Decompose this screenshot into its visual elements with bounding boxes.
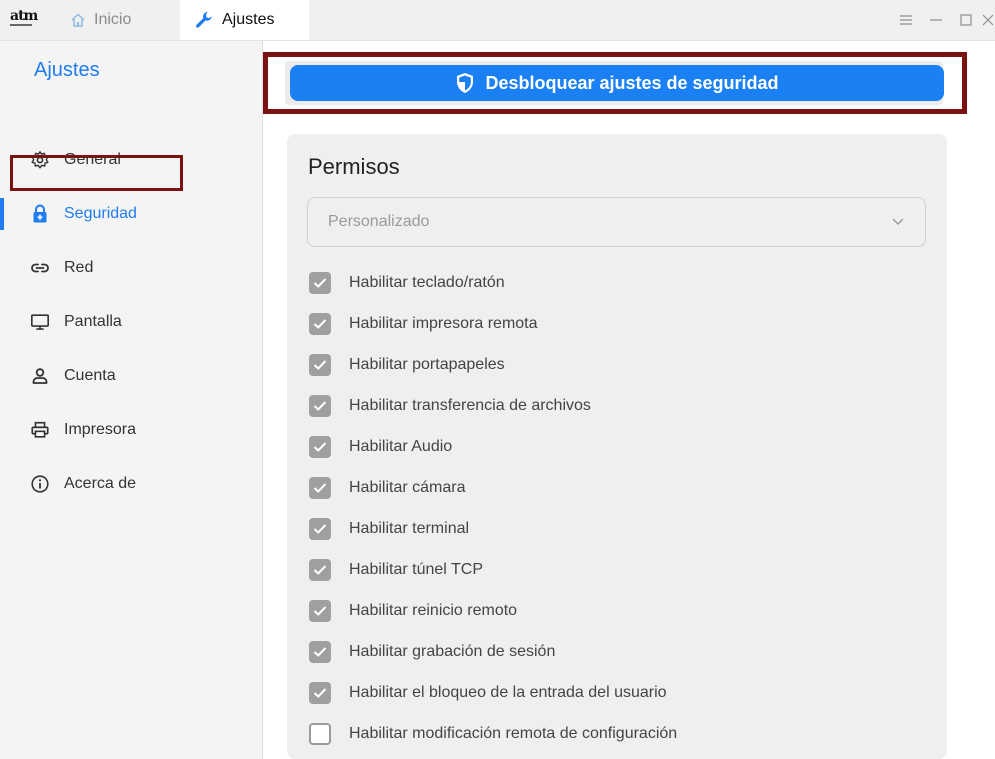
- checkbox-checked[interactable]: [309, 313, 331, 335]
- sidebar-item-label: Acerca de: [64, 475, 137, 492]
- permission-item[interactable]: Habilitar transferencia de archivos: [309, 393, 591, 419]
- sidebar-item-acerca-de[interactable]: Acerca de: [8, 465, 262, 503]
- sidebar: Ajustes General Seguridad Red Pantalla C…: [0, 41, 263, 759]
- permissions-preset-select[interactable]: Personalizado: [307, 197, 926, 247]
- sidebar-item-label: Red: [64, 259, 94, 276]
- permission-item[interactable]: Habilitar túnel TCP: [309, 557, 483, 583]
- permission-item[interactable]: Habilitar terminal: [309, 516, 469, 542]
- checkbox-checked[interactable]: [309, 641, 331, 663]
- permission-label: Habilitar terminal: [349, 520, 470, 537]
- maximize-icon[interactable]: [951, 0, 981, 40]
- monitor-icon: [30, 312, 50, 332]
- logo-text: atm: [10, 8, 38, 24]
- app-logo: atm: [10, 8, 38, 31]
- permission-item[interactable]: Habilitar impresora remota: [309, 311, 538, 337]
- checkbox-unchecked[interactable]: [309, 723, 331, 745]
- permission-item[interactable]: Habilitar grabación de sesión: [309, 639, 555, 665]
- annotation-highlight-box: [10, 155, 183, 191]
- permission-item[interactable]: Habilitar teclado/ratón: [309, 270, 505, 296]
- checkbox-checked[interactable]: [309, 395, 331, 417]
- permission-label: Habilitar el bloqueo de la entrada del u…: [349, 684, 667, 701]
- permission-label: Habilitar impresora remota: [349, 315, 538, 332]
- preset-value: Personalizado: [328, 213, 430, 230]
- close-icon[interactable]: [981, 0, 995, 40]
- annotation-highlight-frame: [263, 52, 967, 114]
- checkbox-checked[interactable]: [309, 354, 331, 376]
- permission-label: Habilitar cámara: [349, 479, 466, 496]
- checkbox-checked[interactable]: [309, 477, 331, 499]
- wrench-icon: [194, 10, 214, 30]
- menu-icon[interactable]: [891, 0, 921, 40]
- active-indicator: [0, 198, 4, 230]
- permissions-card: Permisos Personalizado Habilitar teclado…: [287, 134, 947, 759]
- sidebar-item-seguridad[interactable]: Seguridad: [0, 195, 254, 233]
- permission-item[interactable]: Habilitar el bloqueo de la entrada del u…: [309, 680, 667, 706]
- permission-label: Habilitar modificación remota de configu…: [349, 725, 678, 742]
- sidebar-title: Ajustes: [34, 59, 100, 81]
- permission-label: Habilitar transferencia de archivos: [349, 397, 591, 414]
- permission-item[interactable]: Habilitar portapapeles: [309, 352, 505, 378]
- sidebar-item-label: Impresora: [64, 421, 137, 438]
- lock-icon: [30, 204, 50, 224]
- permission-label: Habilitar reinicio remoto: [349, 602, 518, 619]
- permission-label: Habilitar teclado/ratón: [349, 274, 505, 291]
- title-bar: atm Inicio Ajustes: [0, 0, 995, 41]
- main-panel: Desbloquear ajustes de seguridad Permiso…: [201, 41, 995, 759]
- checkbox-checked[interactable]: [309, 559, 331, 581]
- home-icon: [70, 12, 86, 28]
- permission-item[interactable]: Habilitar cámara: [309, 475, 465, 501]
- chevron-down-icon: [891, 214, 905, 233]
- permission-item[interactable]: Habilitar Audio: [309, 434, 452, 460]
- permission-item[interactable]: Habilitar reinicio remoto: [309, 598, 517, 624]
- permission-item[interactable]: Habilitar modificación remota de configu…: [309, 721, 677, 747]
- sidebar-item-cuenta[interactable]: Cuenta: [8, 357, 262, 395]
- checkbox-checked[interactable]: [309, 272, 331, 294]
- sidebar-item-label: Pantalla: [64, 313, 122, 330]
- tab-ajustes[interactable]: Ajustes: [180, 0, 309, 40]
- sidebar-item-label: Cuenta: [64, 367, 116, 384]
- permission-label: Habilitar grabación de sesión: [349, 643, 556, 660]
- printer-icon: [30, 420, 50, 440]
- permission-label: Habilitar túnel TCP: [349, 561, 483, 578]
- tab-label: Inicio: [94, 11, 132, 28]
- checkbox-checked[interactable]: [309, 600, 331, 622]
- permissions-title: Permisos: [308, 154, 400, 179]
- permission-label: Habilitar portapapeles: [349, 356, 505, 373]
- info-icon: [30, 474, 50, 494]
- sidebar-item-label: Seguridad: [64, 205, 137, 222]
- sidebar-item-impresora[interactable]: Impresora: [8, 411, 262, 449]
- sidebar-item-pantalla[interactable]: Pantalla: [8, 303, 262, 341]
- checkbox-checked[interactable]: [309, 518, 331, 540]
- sidebar-item-red[interactable]: Red: [8, 249, 262, 287]
- window-controls: [891, 0, 995, 40]
- permission-label: Habilitar Audio: [349, 438, 453, 455]
- minimize-icon[interactable]: [921, 0, 951, 40]
- checkbox-checked[interactable]: [309, 436, 331, 458]
- checkbox-checked[interactable]: [309, 682, 331, 704]
- user-icon: [30, 366, 50, 386]
- tab-label: Ajustes: [222, 11, 275, 28]
- link-icon: [30, 258, 50, 278]
- tab-inicio[interactable]: Inicio: [52, 0, 180, 40]
